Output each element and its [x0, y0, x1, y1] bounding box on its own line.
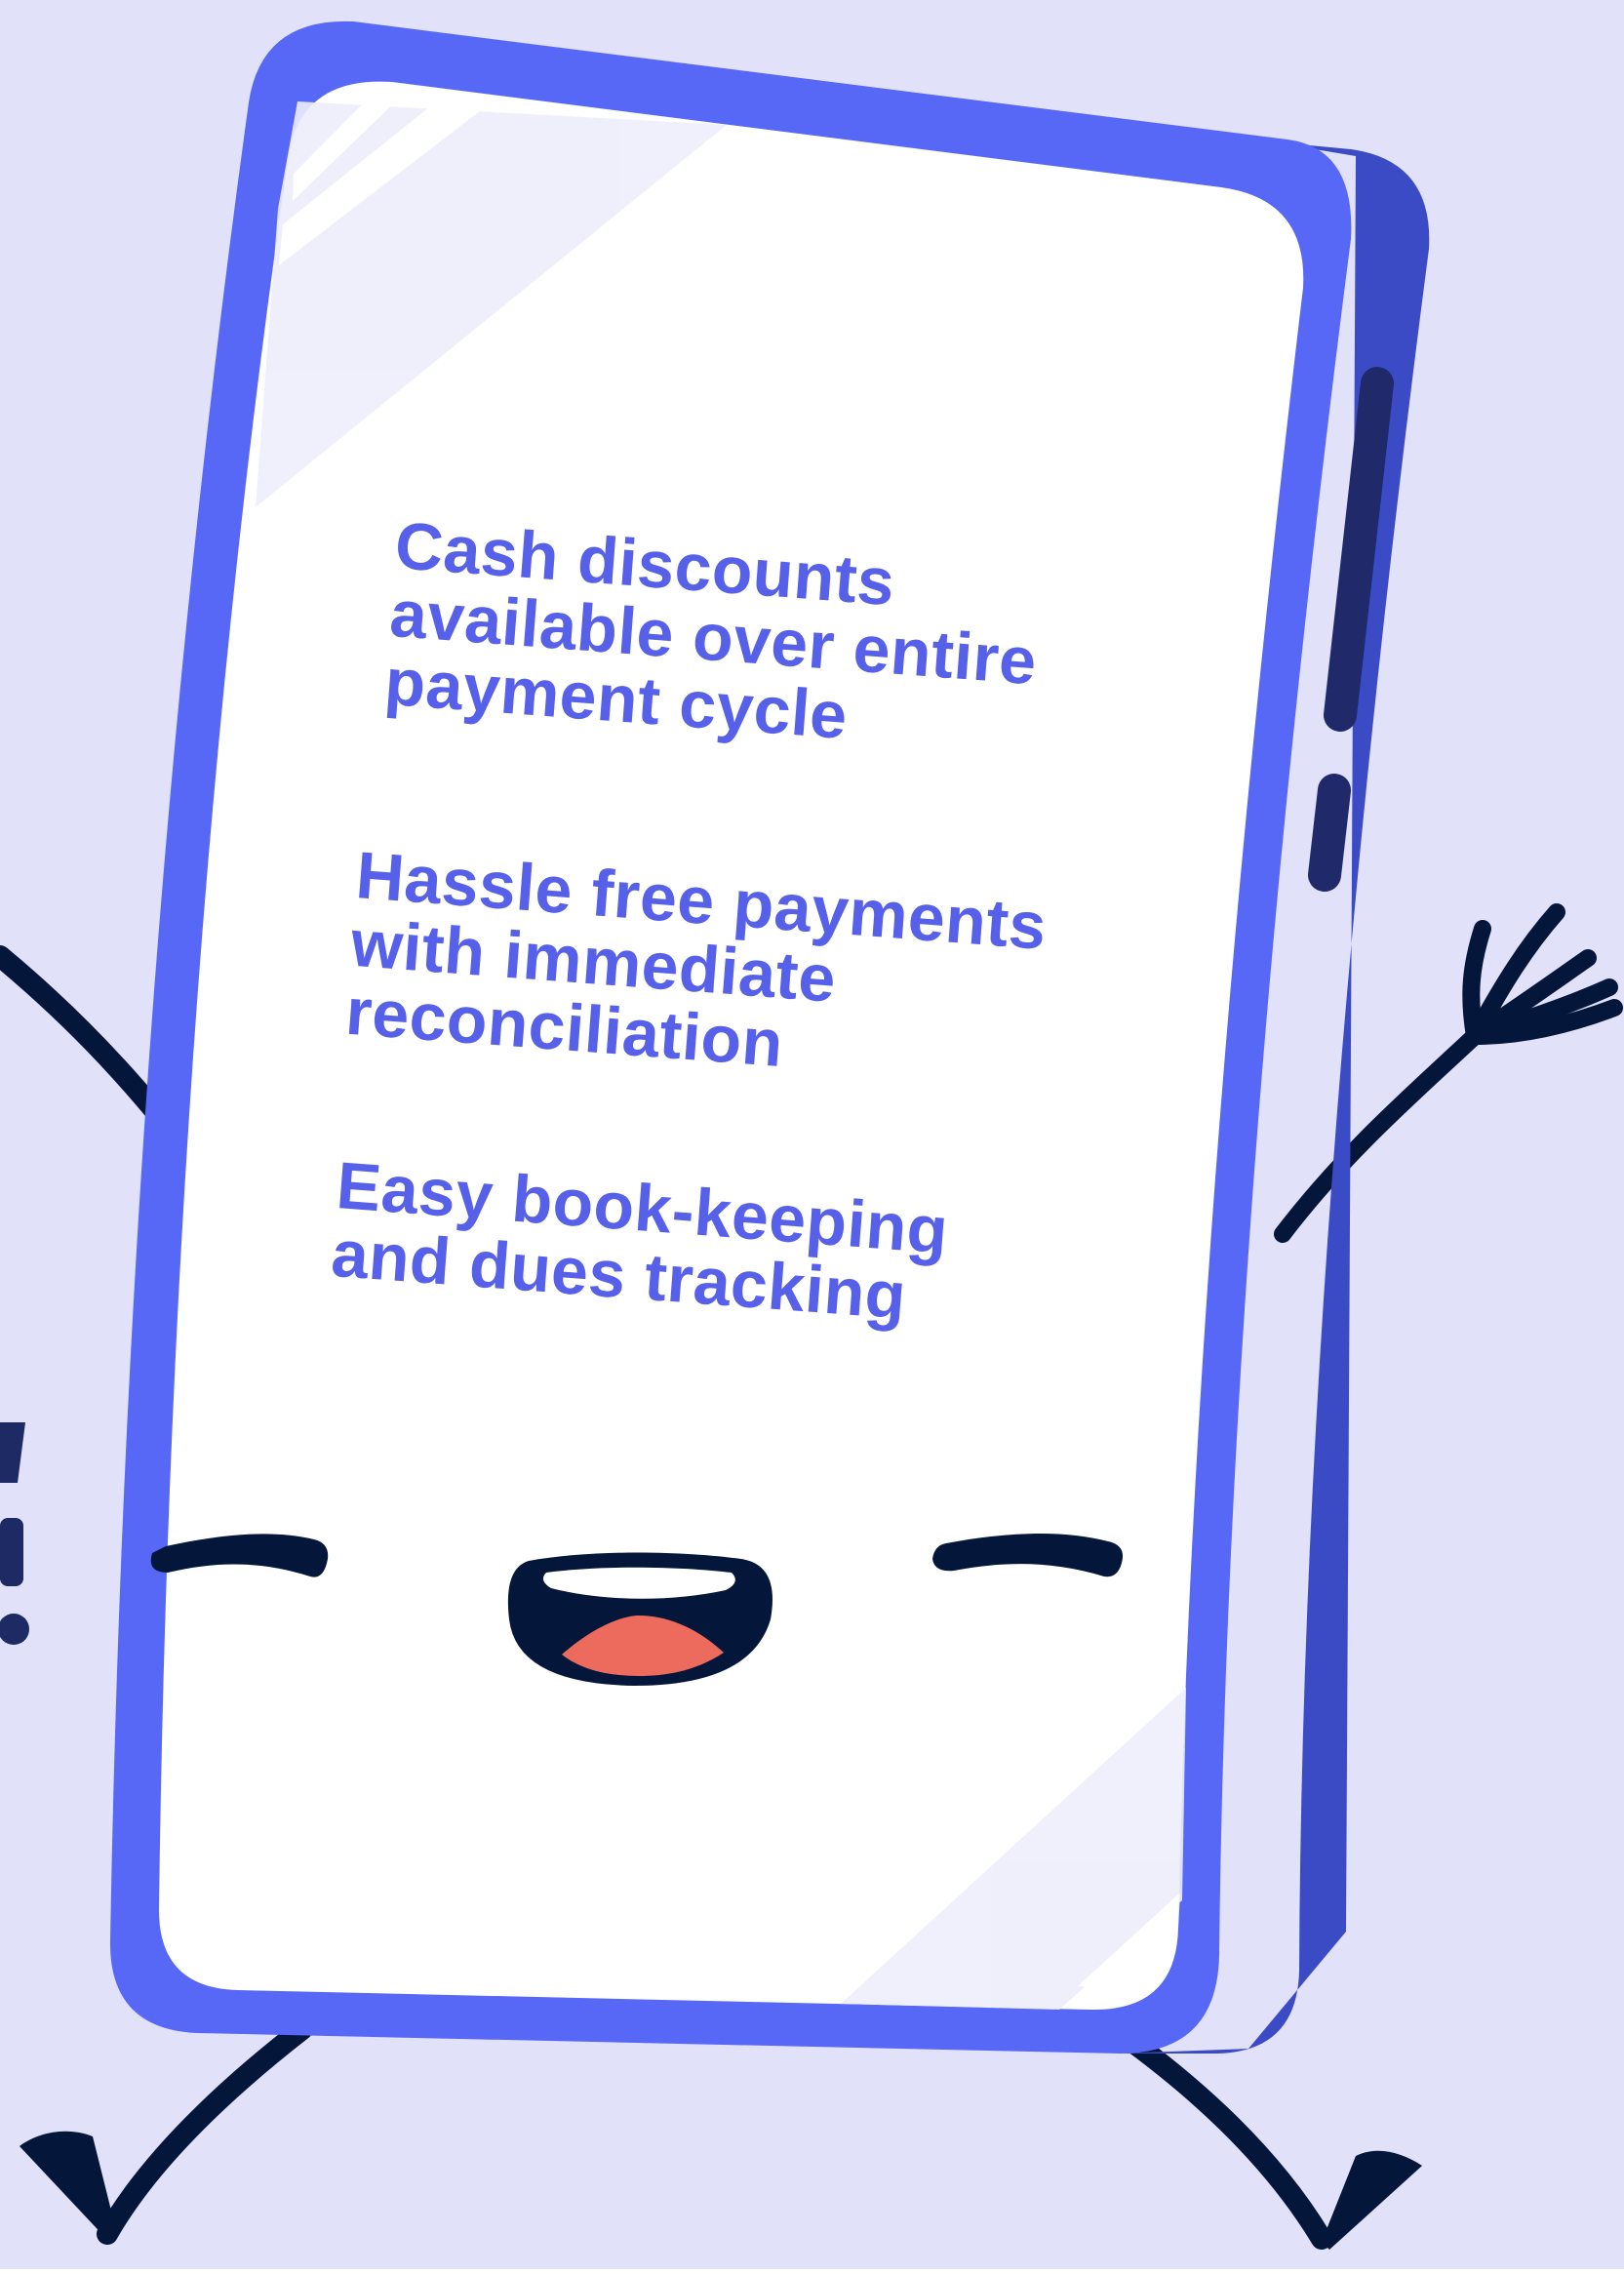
phone-mascot-illustration [0, 0, 1624, 2269]
illustration-canvas: Cash discounts available over entire pay… [0, 0, 1624, 2269]
